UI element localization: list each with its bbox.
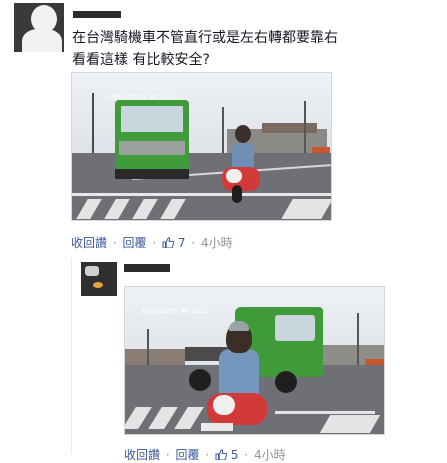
reply-photo[interactable]: 2011/10/03 08:31:12 xyxy=(124,286,385,435)
reply-reply-link[interactable]: 回覆 xyxy=(176,448,200,462)
dot-separator: · xyxy=(191,236,196,250)
reply-like-count[interactable]: 5 xyxy=(231,448,239,462)
reply-unlike-link[interactable]: 收回讚 xyxy=(124,448,160,462)
scooter-rider xyxy=(219,349,259,397)
comment-text-line-2: 看看這樣 有比較安全? xyxy=(72,52,210,68)
comment-text: 在台灣騎機車不管直行或是左右轉都要靠右 看看這樣 有比較安全? xyxy=(72,27,432,71)
unlike-link[interactable]: 收回讚 xyxy=(71,236,107,250)
dot-separator: · xyxy=(165,448,170,462)
comment-time[interactable]: 4小時 xyxy=(201,236,233,250)
reply-link[interactable]: 回覆 xyxy=(123,236,147,250)
commenter-name[interactable] xyxy=(73,11,121,18)
comment-text-line-1: 在台灣騎機車不管直行或是左右轉都要靠右 xyxy=(72,30,338,46)
photo-timestamp: 2011/10/03 08:31:12 xyxy=(141,308,210,315)
dot-separator: · xyxy=(152,236,157,250)
thumbs-up-icon[interactable] xyxy=(215,449,227,460)
reply-actions: 收回讚 · 回覆 · 5 · 4小時 xyxy=(124,446,286,463)
comment-photo[interactable]: 2011/10/03 08:31:07 xyxy=(71,72,332,221)
like-count[interactable]: 7 xyxy=(178,236,186,250)
photo-timestamp: 2011/10/03 08:31:07 xyxy=(110,94,179,101)
reply-thread-line xyxy=(71,258,72,454)
comment-actions: 收回讚 · 回覆 · 7 · 4小時 xyxy=(71,234,233,251)
reply-time[interactable]: 4小時 xyxy=(254,448,286,462)
reply-avatar[interactable] xyxy=(81,262,117,296)
dot-separator: · xyxy=(205,448,210,462)
thumbs-up-icon[interactable] xyxy=(162,237,174,248)
dot-separator: · xyxy=(244,448,249,462)
dot-separator: · xyxy=(112,236,117,250)
commenter-avatar[interactable] xyxy=(14,3,64,52)
reply-author-name[interactable] xyxy=(124,264,170,272)
